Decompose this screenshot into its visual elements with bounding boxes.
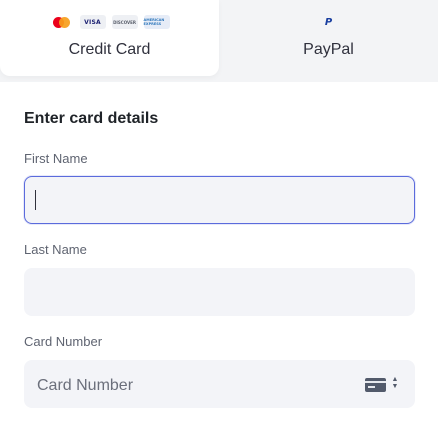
chevron-up-down-icon[interactable]: ▲ ▼: [391, 376, 399, 392]
payment-form: VISA DISCOVER AMERICAN EXPRESS Credit Ca…: [0, 0, 438, 430]
payment-method-tabs: VISA DISCOVER AMERICAN EXPRESS Credit Ca…: [0, 0, 438, 82]
paypal-icons: P: [322, 14, 336, 30]
tab-credit-card-label: Credit Card: [68, 41, 151, 58]
last-name-input[interactable]: [24, 268, 415, 316]
visa-icon: VISA: [79, 15, 106, 29]
card-brand-icons: VISA DISCOVER AMERICAN EXPRESS: [50, 14, 170, 30]
tab-credit-card[interactable]: VISA DISCOVER AMERICAN EXPRESS Credit Ca…: [0, 0, 219, 76]
paypal-icon: P: [324, 16, 333, 28]
card-number-label: Card Number: [24, 334, 103, 349]
first-name-input[interactable]: [24, 176, 415, 224]
tab-paypal[interactable]: P PayPal: [219, 0, 438, 76]
first-name-label: First Name: [24, 151, 88, 166]
card-number-placeholder: Card Number: [37, 377, 134, 394]
amex-icon: AMERICAN EXPRESS: [143, 15, 170, 29]
discover-icon: DISCOVER: [111, 15, 138, 29]
credit-card-icon: [365, 378, 386, 392]
last-name-label: Last Name: [24, 242, 87, 257]
mastercard-icon: [50, 15, 74, 29]
card-number-input[interactable]: Card Number ▲ ▼: [24, 360, 415, 408]
text-caret: [35, 190, 36, 210]
tab-paypal-label: PayPal: [303, 41, 354, 58]
section-title: Enter card details: [24, 110, 159, 127]
